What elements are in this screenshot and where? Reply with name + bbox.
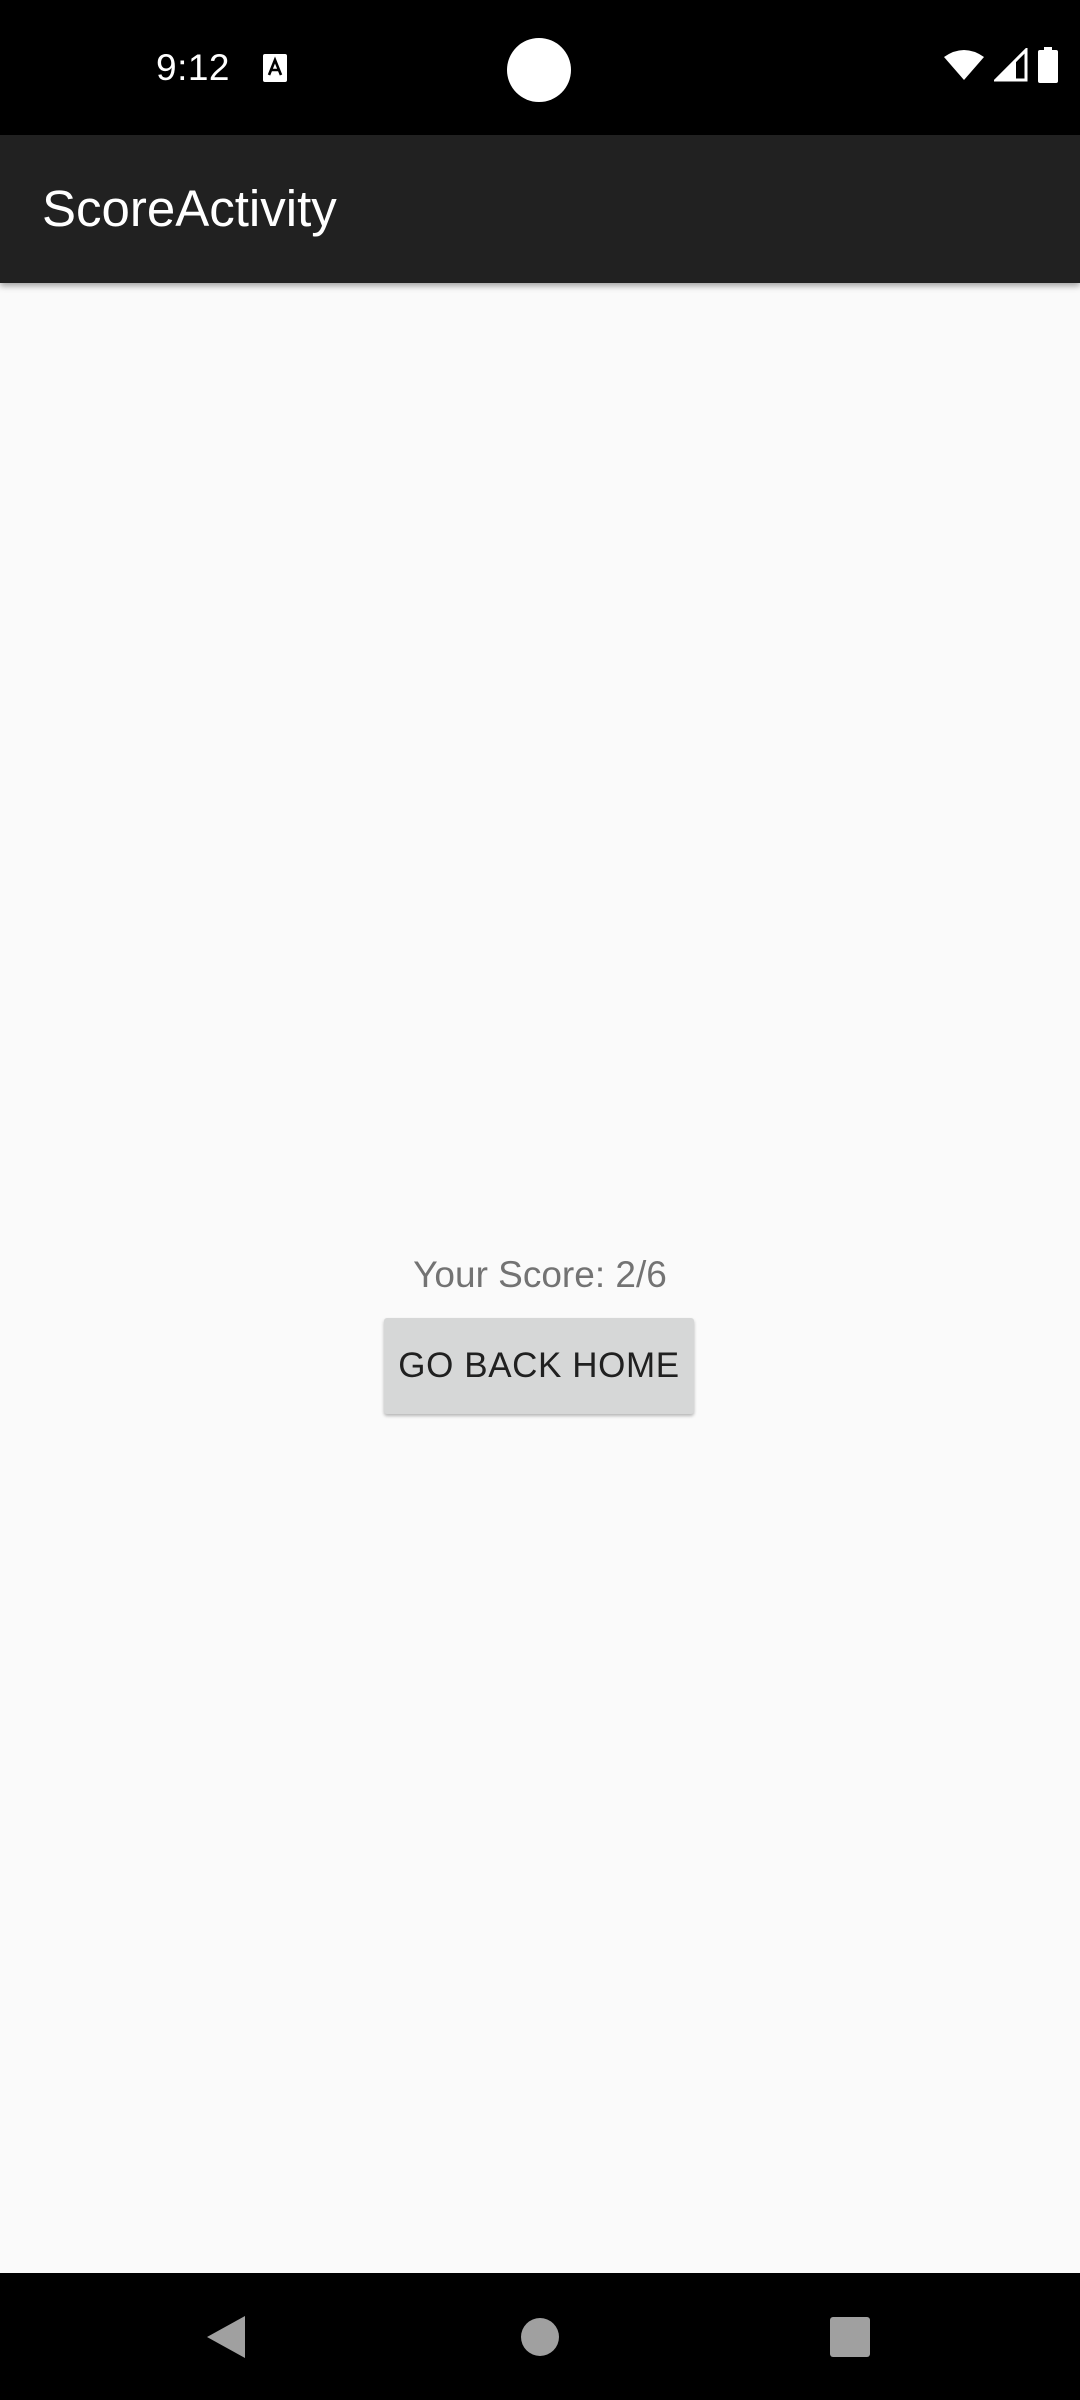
camera-cutout [507, 38, 571, 102]
score-text: Your Score: 2/6 [413, 1254, 667, 1295]
home-icon[interactable] [460, 2273, 620, 2400]
app-bar: ScoreActivity [0, 135, 1080, 283]
wifi-icon [944, 49, 984, 86]
status-bar: 9:12 [0, 0, 1080, 135]
navigation-bar [0, 2273, 1080, 2400]
status-icons [944, 45, 1058, 88]
recents-icon[interactable] [770, 2273, 930, 2400]
go-back-home-button[interactable]: GO BACK HOME [384, 1318, 694, 1414]
content-area: Your Score: 2/6 GO BACK HOME [0, 283, 1080, 2273]
status-time: 9:12 [156, 47, 231, 88]
notification-a-icon [262, 53, 288, 83]
device-screen: 9:12 ScoreActivity Your Score: 2/6 GO BA… [0, 0, 1080, 2400]
cell-signal-icon [992, 45, 1028, 87]
battery-icon [1038, 46, 1058, 88]
app-title: ScoreActivity [42, 180, 337, 237]
back-icon[interactable] [146, 2273, 306, 2400]
